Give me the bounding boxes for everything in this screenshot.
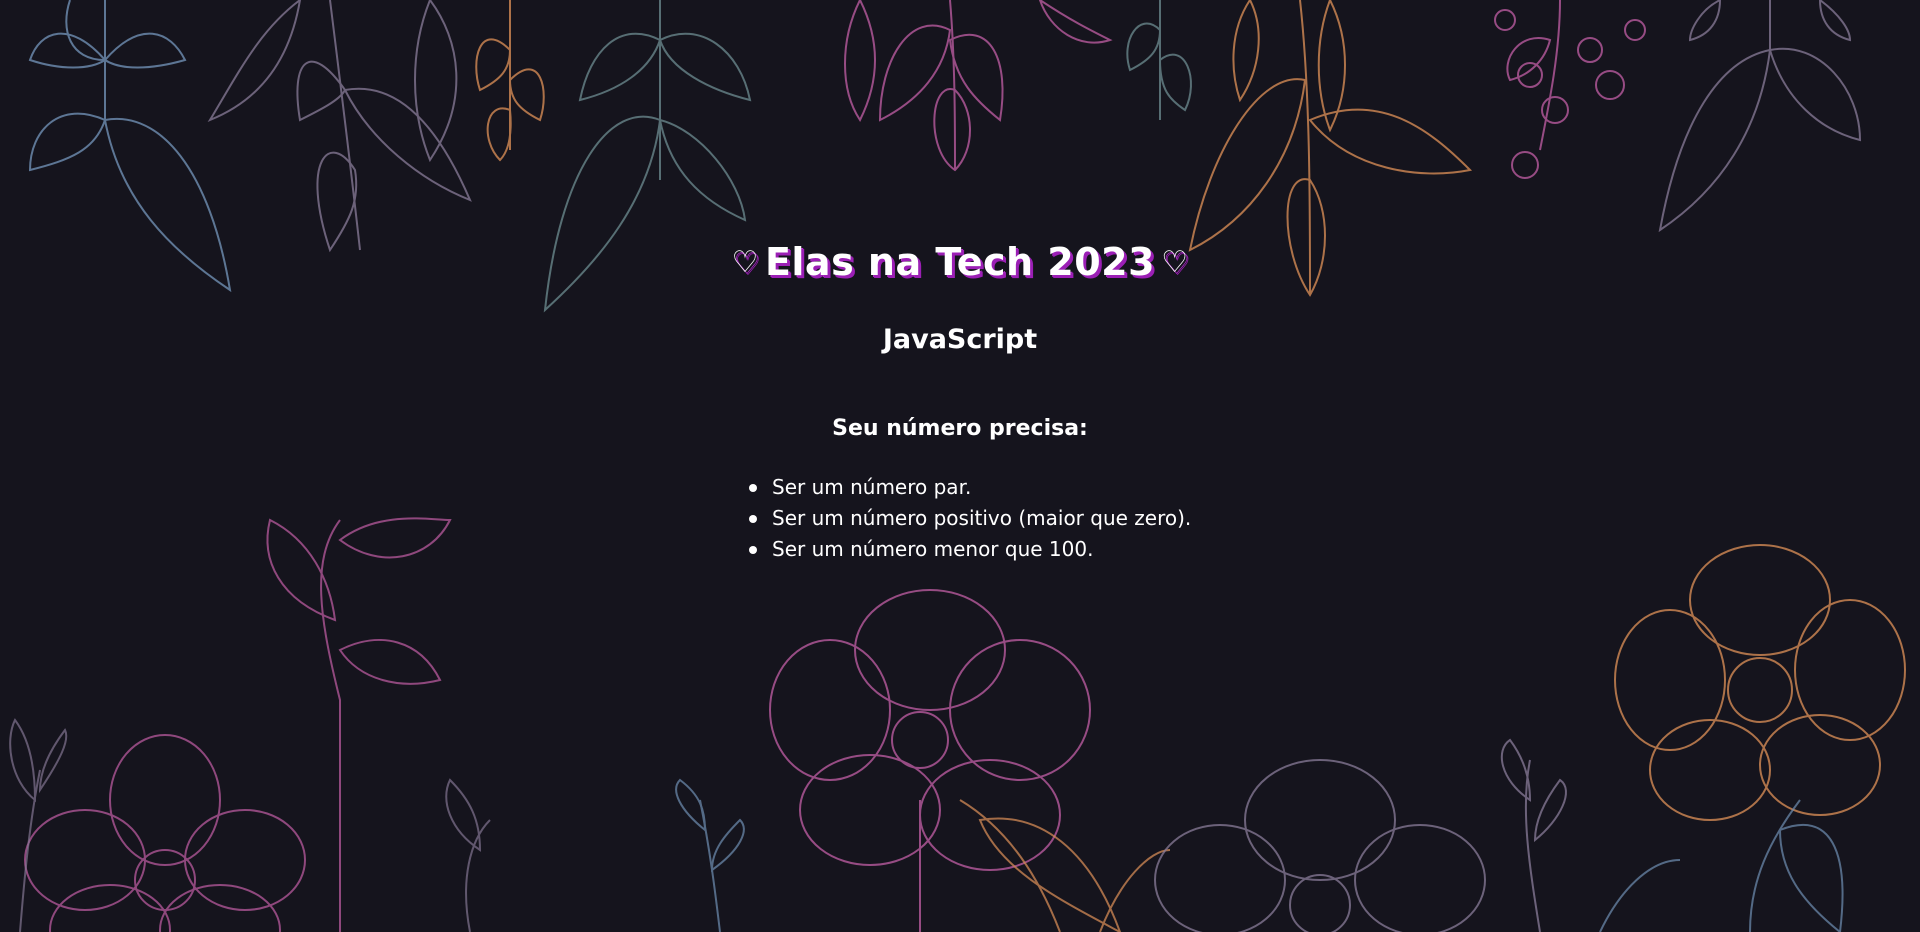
bullet-icon [749,546,757,554]
content-area: ♡ Elas na Tech 2023 ♡ JavaScript Seu númer… [0,0,1920,932]
page-title: ♡ Elas na Tech 2023 ♡ [0,240,1920,284]
bullet-icon [749,484,757,492]
page: ♡ Elas na Tech 2023 ♡ JavaScript Seu númer… [0,0,1920,932]
requirements-list: Ser um número par. Ser um número positiv… [746,472,1191,565]
list-item-text: Ser um número par. [772,475,972,499]
list-item: Ser um número par. [746,472,1191,503]
page-title-text: Elas na Tech 2023 [764,240,1156,284]
list-item-text: Ser um número menor que 100. [772,537,1094,561]
bullet-icon [749,515,757,523]
page-subtitle: JavaScript [882,324,1038,355]
heart-left-icon: ♡ [731,245,759,280]
requirements-heading: Seu número precisa: [832,416,1088,441]
heart-right-icon: ♡ [1161,245,1189,280]
list-item-text: Ser um número positivo (maior que zero). [772,506,1192,530]
list-item: Ser um número menor que 100. [746,534,1191,565]
list-item: Ser um número positivo (maior que zero). [746,503,1191,534]
